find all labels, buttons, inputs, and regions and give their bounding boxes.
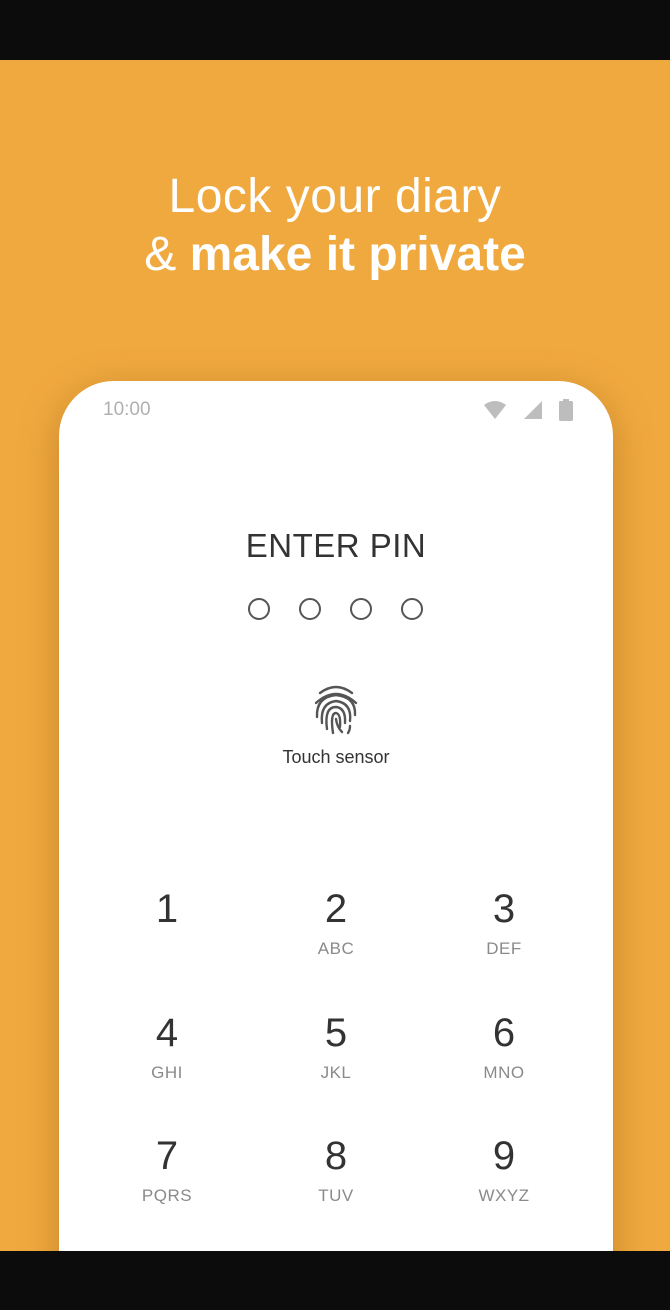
pin-title: ENTER PIN — [245, 527, 427, 564]
key-letters: PQRS — [141, 1186, 193, 1205]
key-3[interactable]: 3 DEF — [444, 886, 564, 986]
key-digit: 4 — [155, 1011, 179, 1055]
status-time: 10:00 — [103, 399, 151, 420]
headline-prefix: & — [144, 228, 190, 281]
fingerprint-icon[interactable] — [312, 683, 360, 735]
pin-dot — [299, 598, 321, 620]
key-digit: 7 — [155, 1134, 179, 1178]
key-2[interactable]: 2 ABC — [276, 886, 396, 986]
pin-dot — [248, 598, 270, 620]
key-9[interactable]: 9 WXYZ — [444, 1133, 564, 1233]
key-letters: JKL — [320, 1063, 352, 1082]
key-1[interactable]: 1 — [107, 886, 227, 986]
key-letters: GHI — [151, 1063, 183, 1082]
wifi-icon — [484, 401, 506, 419]
pin-dot — [350, 598, 372, 620]
bottom-system-bar — [0, 1251, 670, 1310]
key-letters: DEF — [486, 939, 522, 958]
key-6[interactable]: 6 MNO — [444, 1010, 564, 1110]
pin-indicator — [248, 598, 423, 620]
headline-bold: make it private — [189, 228, 526, 281]
key-digit: 6 — [492, 1011, 516, 1055]
key-letters: WXYZ — [478, 1186, 530, 1205]
key-7[interactable]: 7 PQRS — [107, 1133, 227, 1233]
headline: Lock your diary & make it private — [0, 168, 670, 284]
headline-line-2: & make it private — [0, 226, 670, 284]
touch-sensor-label: Touch sensor — [282, 747, 390, 767]
status-icons — [483, 399, 573, 421]
key-5[interactable]: 5 JKL — [276, 1010, 396, 1110]
key-4[interactable]: 4 GHI — [107, 1010, 227, 1110]
battery-icon — [559, 399, 573, 421]
promo-stage: Lock your diary & make it private 10:00 … — [0, 60, 670, 1251]
key-letters: MNO — [483, 1063, 525, 1082]
key-digit: 3 — [492, 887, 516, 931]
cell-signal-icon — [524, 401, 542, 419]
key-digit: 2 — [324, 887, 348, 931]
headline-line-1: Lock your diary — [168, 170, 502, 223]
key-digit: 1 — [155, 887, 179, 931]
pin-dot — [401, 598, 423, 620]
top-system-bar — [0, 0, 670, 60]
key-letters: TUV — [318, 1186, 354, 1205]
key-digit: 9 — [492, 1134, 516, 1178]
phone-mockup: 10:00 ENTER PIN Touch sensor 1 2 ABC 3 D… — [59, 381, 613, 1251]
key-letters: ABC — [317, 939, 355, 958]
key-digit: 5 — [324, 1011, 348, 1055]
key-8[interactable]: 8 TUV — [276, 1133, 396, 1233]
key-digit: 8 — [324, 1134, 348, 1178]
